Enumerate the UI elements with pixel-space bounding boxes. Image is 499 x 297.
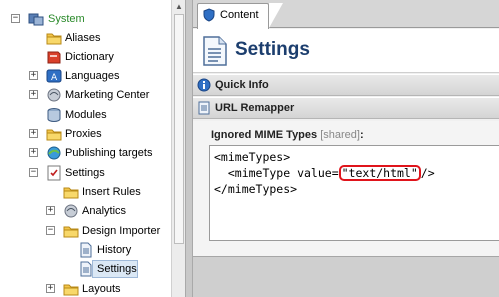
system-icon [28,11,44,27]
panel-splitter[interactable] [185,0,193,297]
tree-item-label: Modules [65,109,107,121]
editor-footer [193,256,499,297]
scrollbar-thumb[interactable] [174,14,184,244]
collapse-icon[interactable]: − [46,226,55,235]
tree-item-label: History [97,244,132,256]
tree-item-history[interactable]: History [0,241,170,259]
tree-item-label: Dictionary [65,51,114,63]
settings-document-icon [201,35,229,67]
expand-icon[interactable]: + [29,90,38,99]
collapse-icon[interactable]: − [29,168,38,177]
analytics-icon [63,203,79,219]
publishing-targets-icon [46,145,62,161]
info-icon [197,78,211,92]
folder-icon [63,281,79,297]
tree-item-label: Aliases [65,32,101,44]
code-text: <mimeType value= [214,166,339,180]
mime-types-textarea[interactable]: <mimeTypes> <mimeType value= "text/html" /… [209,145,499,241]
tree-item-label: Settings [65,167,105,179]
tree-item-insert-rules[interactable]: Insert Rules [0,183,170,201]
content-tree: − System Aliases Dictionary + A Language… [0,0,170,297]
code-line: <mimeType value= "text/html"/> [214,165,496,181]
field-ignored-mime-types: Ignored MIME Types [shared]: <mimeTypes>… [193,121,499,256]
code-text: /> [420,166,435,180]
tree-item-layouts[interactable]: + Layouts [0,280,170,297]
highlight-ring: "text/html" [338,165,421,181]
expand-icon[interactable]: + [46,206,55,215]
tree-item-label: Design Importer [82,225,161,237]
tree-item-modules[interactable]: Modules [0,106,170,124]
expand-icon[interactable]: + [46,284,55,293]
code-line: </mimeTypes> [214,182,298,196]
folder-icon [63,184,79,200]
tree-item-design-importer[interactable]: − Design Importer [0,222,170,240]
section-label: Quick Info [215,79,269,91]
tree-item-label: Insert Rules [82,186,141,198]
field-label-text: Ignored MIME Types [211,129,318,141]
page-title: Settings [235,39,310,60]
tab-strip: Content [193,0,499,29]
field-label-colon: : [359,129,364,141]
svg-text:A: A [51,73,58,83]
code-line: <mimeTypes> [214,150,291,164]
tree-item-label: System [48,13,85,25]
tree-item-label: Marketing Center [65,89,150,101]
content-editor: Content Settings Quick Info URL Remapper… [193,0,499,297]
expand-icon[interactable]: + [29,148,38,157]
tree-item-marketing-center[interactable]: + Marketing Center [0,86,170,104]
tree-scrollbar[interactable]: ▲ [171,0,185,297]
tree-item-label: Languages [65,70,120,82]
tab-edge [269,3,283,28]
scroll-up-arrow-icon[interactable]: ▲ [174,2,184,12]
document-icon [78,261,94,277]
content-shield-icon [202,8,216,22]
section-url-remapper[interactable]: URL Remapper [193,97,499,119]
folder-icon [46,126,62,142]
tab-content[interactable]: Content [197,3,269,29]
marketing-center-icon [46,87,62,103]
section-quick-info[interactable]: Quick Info [193,74,499,96]
tree-item-label: Settings [97,263,137,275]
tree-item-dictionary[interactable]: Dictionary [0,48,170,66]
expand-icon[interactable]: + [29,71,38,80]
section-document-icon [197,101,211,115]
tree-item-analytics[interactable]: + Analytics [0,202,170,220]
shared-tag: [shared] [320,129,360,141]
expand-icon[interactable]: + [29,129,38,138]
item-header: Settings [193,29,499,73]
tab-label: Content [220,9,259,21]
section-label: URL Remapper [215,102,295,114]
tree-item-system[interactable]: − System [0,10,170,28]
collapse-icon[interactable]: − [11,14,20,23]
dictionary-icon [46,49,62,65]
settings-icon [46,165,62,181]
tree-item-publishing-targets[interactable]: + Publishing targets [0,144,170,162]
tree-item-label: Analytics [82,205,127,217]
tree-item-proxies[interactable]: + Proxies [0,125,170,143]
tree-item-label: Layouts [82,283,121,295]
field-label: Ignored MIME Types [shared]: [211,129,364,141]
folder-icon [46,30,62,46]
tree-item-aliases[interactable]: Aliases [0,29,170,47]
tree-item-label: Proxies [65,128,102,140]
folder-icon [63,223,79,239]
tree-item-languages[interactable]: + A Languages [0,67,170,85]
languages-icon: A [46,68,62,84]
document-icon [78,242,94,258]
tree-item-label: Publishing targets [65,147,153,159]
tree-item-settings[interactable]: − Settings [0,164,170,182]
tree-item-settings-selected[interactable]: Settings [0,260,170,278]
modules-icon [46,107,62,123]
